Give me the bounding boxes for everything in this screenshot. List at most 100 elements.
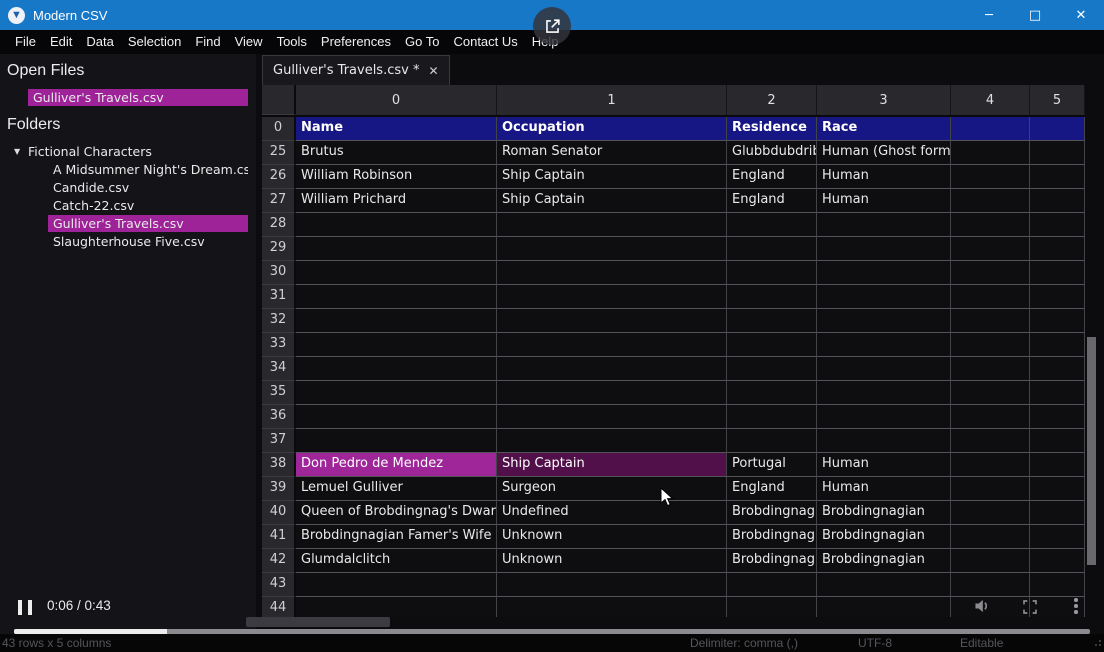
- table-cell[interactable]: [1030, 357, 1085, 381]
- tree-item[interactable]: Slaughterhouse Five.csv: [48, 233, 248, 250]
- table-cell[interactable]: [951, 477, 1030, 501]
- menu-item-view[interactable]: View: [228, 30, 270, 54]
- table-cell[interactable]: Undefined: [497, 501, 727, 525]
- menu-item-go-to[interactable]: Go To: [398, 30, 446, 54]
- table-cell[interactable]: Ship Captain: [497, 189, 727, 213]
- row-number[interactable]: 33: [262, 333, 296, 357]
- table-cell[interactable]: [1030, 549, 1085, 573]
- table-cell[interactable]: [951, 117, 1030, 141]
- table-cell[interactable]: William Prichard: [296, 189, 497, 213]
- row-number[interactable]: 30: [262, 261, 296, 285]
- table-cell[interactable]: Ship Captain: [497, 165, 727, 189]
- table-cell[interactable]: [1030, 501, 1085, 525]
- table-cell[interactable]: [727, 597, 817, 617]
- table-cell[interactable]: [951, 549, 1030, 573]
- table-cell[interactable]: [951, 381, 1030, 405]
- table-cell[interactable]: Human: [817, 165, 951, 189]
- table-cell[interactable]: [1030, 189, 1085, 213]
- column-header[interactable]: 2: [727, 85, 817, 115]
- maximize-icon[interactable]: □: [1012, 0, 1058, 30]
- table-cell[interactable]: [951, 213, 1030, 237]
- row-number[interactable]: 25: [262, 141, 296, 165]
- table-cell[interactable]: [951, 309, 1030, 333]
- row-number[interactable]: 41: [262, 525, 296, 549]
- row-number[interactable]: 36: [262, 405, 296, 429]
- menu-item-selection[interactable]: Selection: [121, 30, 188, 54]
- table-cell[interactable]: England: [727, 165, 817, 189]
- table-cell[interactable]: [951, 453, 1030, 477]
- table-cell[interactable]: [1030, 261, 1085, 285]
- table-cell[interactable]: [296, 573, 497, 597]
- table-cell[interactable]: [1030, 309, 1085, 333]
- table-cell[interactable]: [497, 405, 727, 429]
- row-number[interactable]: 37: [262, 429, 296, 453]
- tree-item[interactable]: A Midsummer Night's Dream.csv: [48, 161, 248, 178]
- folder-node[interactable]: ▼ Fictional Characters: [14, 143, 256, 160]
- kebab-menu-icon[interactable]: [1074, 598, 1078, 616]
- table-cell[interactable]: [1030, 141, 1085, 165]
- table-cell[interactable]: Brobdingnagian: [817, 525, 951, 549]
- column-header[interactable]: 4: [951, 85, 1030, 115]
- row-number[interactable]: 39: [262, 477, 296, 501]
- table-cell[interactable]: [497, 381, 727, 405]
- table-cell[interactable]: Name: [296, 117, 497, 141]
- menu-item-find[interactable]: Find: [188, 30, 227, 54]
- table-cell[interactable]: Brobdingnag: [727, 501, 817, 525]
- table-cell[interactable]: [951, 261, 1030, 285]
- table-cell[interactable]: [951, 285, 1030, 309]
- table-cell[interactable]: [817, 261, 951, 285]
- table-cell[interactable]: [951, 357, 1030, 381]
- table-cell[interactable]: Brutus: [296, 141, 497, 165]
- table-cell[interactable]: Brobdingnag: [727, 549, 817, 573]
- chevron-down-icon[interactable]: ▼: [14, 147, 28, 156]
- table-cell[interactable]: [817, 405, 951, 429]
- table-cell[interactable]: [1030, 573, 1085, 597]
- table-cell[interactable]: [497, 261, 727, 285]
- table-cell[interactable]: [296, 333, 497, 357]
- table-cell[interactable]: [296, 237, 497, 261]
- table-cell[interactable]: Human: [817, 453, 951, 477]
- table-cell[interactable]: [817, 309, 951, 333]
- table-cell[interactable]: Glubbdubdrib: [727, 141, 817, 165]
- table-cell[interactable]: [1030, 165, 1085, 189]
- video-seek-bar[interactable]: [14, 629, 1090, 634]
- minimize-icon[interactable]: ─: [966, 0, 1012, 30]
- table-cell[interactable]: [296, 405, 497, 429]
- table-cell[interactable]: Brobdingnagian Famer's Wife: [296, 525, 497, 549]
- row-number[interactable]: 40: [262, 501, 296, 525]
- table-cell[interactable]: [951, 405, 1030, 429]
- row-number[interactable]: 29: [262, 237, 296, 261]
- table-cell[interactable]: [817, 429, 951, 453]
- table-cell[interactable]: Portugal: [727, 453, 817, 477]
- menu-item-data[interactable]: Data: [79, 30, 120, 54]
- table-cell[interactable]: [727, 237, 817, 261]
- table-cell[interactable]: [951, 573, 1030, 597]
- popout-button[interactable]: [533, 7, 571, 45]
- table-cell[interactable]: Unknown: [497, 525, 727, 549]
- column-header[interactable]: 0: [296, 85, 497, 115]
- table-cell[interactable]: [951, 429, 1030, 453]
- table-cell[interactable]: [817, 381, 951, 405]
- table-cell[interactable]: Glumdalclitch: [296, 549, 497, 573]
- tree-item[interactable]: Candide.csv: [48, 179, 248, 196]
- row-number[interactable]: 38: [262, 453, 296, 477]
- table-cell[interactable]: Human: [817, 477, 951, 501]
- menu-item-contact-us[interactable]: Contact Us: [446, 30, 524, 54]
- open-file-item[interactable]: Gulliver's Travels.csv: [28, 89, 248, 106]
- table-cell[interactable]: Lemuel Gulliver: [296, 477, 497, 501]
- table-cell[interactable]: Surgeon: [497, 477, 727, 501]
- pause-icon[interactable]: [18, 600, 32, 615]
- menu-item-edit[interactable]: Edit: [43, 30, 79, 54]
- tab-gullivers-travels[interactable]: Gulliver's Travels.csv * ✕: [262, 55, 450, 85]
- table-cell[interactable]: [1030, 117, 1085, 141]
- table-cell[interactable]: Brobdingnagian: [817, 549, 951, 573]
- table-cell[interactable]: [296, 597, 497, 617]
- table-cell[interactable]: [727, 357, 817, 381]
- row-number[interactable]: 35: [262, 381, 296, 405]
- table-cell[interactable]: [296, 357, 497, 381]
- table-cell[interactable]: [951, 237, 1030, 261]
- table-cell[interactable]: [296, 381, 497, 405]
- menu-item-preferences[interactable]: Preferences: [314, 30, 398, 54]
- menu-item-tools[interactable]: Tools: [270, 30, 314, 54]
- row-number[interactable]: 32: [262, 309, 296, 333]
